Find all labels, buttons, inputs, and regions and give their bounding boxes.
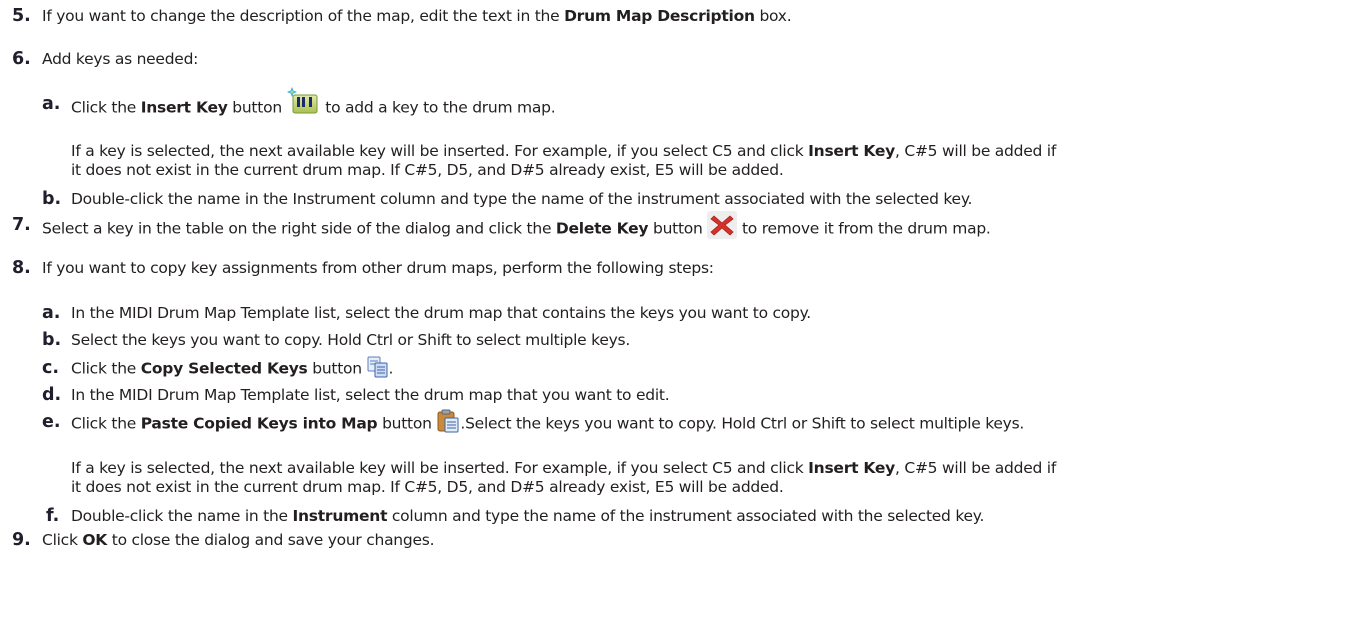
- step-6b-text: Double-click the name in the Instrument …: [71, 190, 973, 208]
- step-8e-t2: button: [377, 414, 432, 433]
- step-8a-text: In the MIDI Drum Map Template list, sele…: [71, 304, 811, 322]
- step-8f-bold: Instrument: [292, 507, 388, 525]
- copy-keys-icon: [367, 356, 389, 378]
- step-6a-t1: Click the: [71, 98, 141, 117]
- note2-t1: If a key is selected, the next available…: [71, 459, 809, 477]
- note1-t1: If a key is selected, the next available…: [71, 142, 809, 160]
- step-9-bold: OK: [82, 531, 108, 549]
- step-6a-t2: button: [227, 98, 282, 117]
- step-8c-t2: button: [307, 359, 362, 378]
- step-8c-letter: c.: [42, 358, 60, 378]
- note1-t2: , C#5 will be added if: [895, 142, 1057, 160]
- step-8f-text: Double-click the name in the Instrument …: [71, 506, 984, 526]
- step-6a-bold: Insert Key: [140, 98, 228, 117]
- step-8d-letter: d.: [42, 385, 62, 405]
- step-8-text: If you want to copy key assignments from…: [42, 259, 714, 277]
- step-8c-text: Click the Copy Selected Keys button .: [71, 356, 394, 380]
- step-8e-letter: e.: [42, 412, 61, 432]
- step-8a-letter: a.: [42, 303, 61, 323]
- step-8e-bold: Paste Copied Keys into Map: [140, 414, 378, 433]
- step-6a-text: Click the Insert Key button to add a key…: [71, 87, 556, 122]
- step-6b-letter: b.: [42, 189, 62, 209]
- step-9-text: Click OK to close the dialog and save yo…: [42, 530, 435, 550]
- insert-key-icon: [286, 87, 321, 115]
- delete-key-icon: [707, 211, 738, 239]
- step-5-t2: box.: [754, 7, 792, 25]
- step-8d-text: In the MIDI Drum Map Template list, sele…: [71, 386, 670, 404]
- step-7-t2: button: [648, 219, 703, 238]
- step-8f-t2: column and type the name of the instrume…: [387, 507, 985, 525]
- note1-bold: Insert Key: [808, 142, 896, 160]
- step-6a-t3: to add a key to the drum map.: [320, 98, 556, 117]
- paste-keys-icon: [436, 409, 460, 433]
- note2-bold: Insert Key: [808, 459, 896, 477]
- step-7-text: Select a key in the table on the right s…: [42, 211, 991, 243]
- step-8c-bold: Copy Selected Keys: [140, 359, 308, 378]
- step-7-t1: Select a key in the table on the right s…: [42, 219, 556, 238]
- step-7-t3: to remove it from the drum map.: [737, 219, 991, 238]
- step-8f-letter: f.: [46, 506, 60, 526]
- step-6a-note-line2: it does not exist in the current drum ma…: [71, 161, 784, 179]
- step-8b-text: Select the keys you want to copy. Hold C…: [71, 331, 631, 349]
- step-5-text: If you want to change the description of…: [42, 6, 792, 26]
- step-8e-text: Click the Paste Copied Keys into Map but…: [71, 409, 1025, 436]
- step-8b-letter: b.: [42, 330, 62, 350]
- step-6-text: Add keys as needed:: [42, 50, 199, 68]
- step-8e-t1: Click the: [71, 414, 141, 433]
- step-8e-note-line2: it does not exist in the current drum ma…: [71, 478, 784, 496]
- step-8e-t3: .Select the keys you want to copy. Hold …: [460, 414, 1025, 433]
- step-8-number: 8.: [12, 258, 31, 278]
- step-9-number: 9.: [12, 530, 31, 550]
- step-5-bold: Drum Map Description: [564, 7, 755, 25]
- step-7-bold: Delete Key: [555, 219, 649, 238]
- step-9-t1: Click: [42, 531, 83, 549]
- step-6a-note-line1: If a key is selected, the next available…: [71, 141, 1056, 161]
- step-9-t2: to close the dialog and save your change…: [107, 531, 435, 549]
- step-6-number: 6.: [12, 49, 31, 69]
- step-7-number: 7.: [12, 215, 31, 235]
- step-5-t1: If you want to change the description of…: [42, 7, 565, 25]
- step-5-number: 5.: [12, 6, 31, 26]
- step-8c-t1: Click the: [71, 359, 141, 378]
- note2-t2: , C#5 will be added if: [895, 459, 1057, 477]
- step-8f-t1: Double-click the name in the: [71, 507, 293, 525]
- step-6a-letter: a.: [42, 94, 61, 114]
- step-8c-t3: .: [388, 359, 394, 378]
- step-8e-note-line1: If a key is selected, the next available…: [71, 458, 1056, 478]
